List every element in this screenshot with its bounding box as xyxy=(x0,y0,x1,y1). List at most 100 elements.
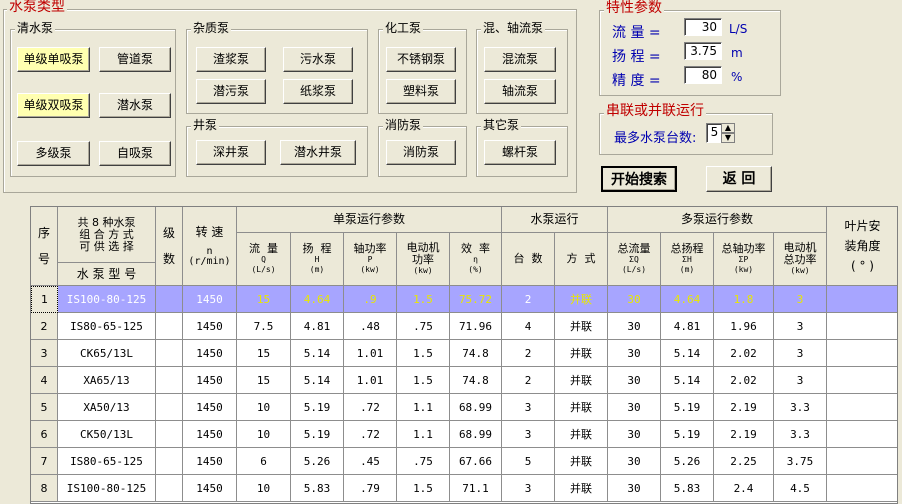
spin-up-icon[interactable]: ▲ xyxy=(721,123,735,133)
header-multi-0-name: 总流量 xyxy=(617,242,651,255)
table-cell: 4 xyxy=(502,313,555,340)
table-cell xyxy=(827,421,897,448)
header-speed-sym: n xyxy=(206,245,213,257)
flow-label: 流 量 = xyxy=(612,25,661,41)
table-cell: CK65/13L xyxy=(58,340,156,367)
precision-label: 精 度 = xyxy=(612,73,661,89)
row-number: 8 xyxy=(31,475,58,502)
table-cell: 2 xyxy=(502,340,555,367)
header-run: 水泵运行 xyxy=(502,207,608,233)
header-multi-2: 总轴功率 ΣP (kw) xyxy=(714,233,774,286)
table-cell: 2 xyxy=(502,286,555,313)
table-cell: 30 xyxy=(608,475,661,502)
submersible-well-button[interactable]: 潜水井泵 xyxy=(280,140,356,165)
table-cell xyxy=(156,421,183,448)
table-cell: 71.96 xyxy=(450,313,502,340)
table-cell: 1.5 xyxy=(397,367,450,394)
header-single-1-sym: H xyxy=(314,255,320,264)
row-number: 4 xyxy=(31,367,58,394)
table-cell: 74.8 xyxy=(450,340,502,367)
submersible-sewage-button[interactable]: 潜污泵 xyxy=(196,79,266,104)
table-cell: 3.3 xyxy=(774,394,827,421)
table-cell: 2.02 xyxy=(714,340,774,367)
row-number: 3 xyxy=(31,340,58,367)
pipeline-pump-button[interactable]: 管道泵 xyxy=(99,47,171,72)
row-number: 5 xyxy=(31,394,58,421)
axial-flow-button[interactable]: 轴流泵 xyxy=(484,79,556,104)
stainless-steel-button[interactable]: 不锈钢泵 xyxy=(386,47,456,72)
table-cell: 4.64 xyxy=(661,286,714,313)
header-speed: 转 速 n (r/min) xyxy=(183,207,237,286)
table-cell: 74.8 xyxy=(450,367,502,394)
table-cell: 并联 xyxy=(555,448,608,475)
precision-input[interactable]: 80 xyxy=(684,66,722,84)
table-cell xyxy=(156,475,183,502)
table-cell: 5.83 xyxy=(291,475,344,502)
table-cell: 3.3 xyxy=(774,421,827,448)
slurry-pump-button[interactable]: 渣浆泵 xyxy=(196,47,266,72)
table-cell: 10 xyxy=(237,475,291,502)
table-cell: .72 xyxy=(344,394,397,421)
table-cell: 并联 xyxy=(555,286,608,313)
mixed-flow-button[interactable]: 混流泵 xyxy=(484,47,556,72)
head-label: 扬 程 = xyxy=(612,49,661,65)
table-cell xyxy=(827,313,897,340)
header-run-1: 方 式 xyxy=(555,233,608,286)
start-search-button[interactable]: 开始搜索 xyxy=(601,166,677,192)
screw-pump-button[interactable]: 螺杆泵 xyxy=(484,140,556,165)
table-cell: 并联 xyxy=(555,340,608,367)
head-input[interactable]: 3.75 xyxy=(684,42,722,60)
table-cell: 15 xyxy=(237,340,291,367)
header-single-1-unit: (m) xyxy=(309,265,325,274)
single-stage-double-suction-button[interactable]: 单级双吸泵 xyxy=(17,93,90,118)
header-single-3-unit: (kw) xyxy=(413,266,433,275)
table-cell: XA65/13 xyxy=(58,367,156,394)
header-multi-3: 电动机 总功率 (kw) xyxy=(774,233,827,286)
table-cell xyxy=(827,340,897,367)
table-cell: 5.14 xyxy=(661,367,714,394)
table-cell xyxy=(156,367,183,394)
table-cell: 并联 xyxy=(555,394,608,421)
table-cell: 1450 xyxy=(183,421,237,448)
table-cell: 10 xyxy=(237,421,291,448)
table-cell: 5.19 xyxy=(661,421,714,448)
table-cell: 1.8 xyxy=(714,286,774,313)
results-table[interactable]: 序 号 共 8 种水泵 组 合 方 式 可 供 选 择 水 泵 型 号 级 数 … xyxy=(30,206,898,504)
header-multi-2-name: 总轴功率 xyxy=(721,242,766,255)
flow-input[interactable]: 30 xyxy=(684,18,722,36)
paper-pulp-button[interactable]: 纸浆泵 xyxy=(283,79,353,104)
table-cell: 5.14 xyxy=(291,340,344,367)
plastic-pump-button[interactable]: 塑料泵 xyxy=(386,79,456,104)
header-single-1: 扬 程 H (m) xyxy=(291,233,344,286)
table-cell: 3 xyxy=(774,367,827,394)
table-cell: 5.19 xyxy=(661,394,714,421)
table-cell: 1.1 xyxy=(397,421,450,448)
single-stage-single-suction-button[interactable]: 单级单吸泵 xyxy=(17,47,90,72)
table-cell: 5.26 xyxy=(661,448,714,475)
header-single-0: 流 量 Q (L/s) xyxy=(237,233,291,286)
impurity-title: 杂质泵 xyxy=(191,21,232,35)
back-button[interactable]: 返 回 xyxy=(706,166,772,192)
submersible-pump-button[interactable]: 潜水泵 xyxy=(99,93,171,118)
table-cell: 2.02 xyxy=(714,367,774,394)
params-title: 特性参数 xyxy=(604,0,664,16)
row-number: 7 xyxy=(31,448,58,475)
table-cell: 并联 xyxy=(555,421,608,448)
table-cell: 1.96 xyxy=(714,313,774,340)
row-number: 1 xyxy=(31,286,58,313)
multistage-pump-button[interactable]: 多级泵 xyxy=(17,141,90,166)
spin-down-icon[interactable]: ▼ xyxy=(721,133,735,143)
table-cell xyxy=(156,286,183,313)
self-priming-pump-button[interactable]: 自吸泵 xyxy=(99,141,171,166)
table-cell xyxy=(827,448,897,475)
sewage-pump-button[interactable]: 污水泵 xyxy=(283,47,353,72)
header-run-0-name: 台 数 xyxy=(513,252,543,265)
deep-well-button[interactable]: 深井泵 xyxy=(196,140,266,165)
flow-unit: L/S xyxy=(729,22,748,36)
table-cell: IS100-80-125 xyxy=(58,475,156,502)
header-single-2-unit: (kw) xyxy=(360,265,380,274)
table-cell: 5.14 xyxy=(661,340,714,367)
table-cell: 1.5 xyxy=(397,286,450,313)
header-multi-0: 总流量 ΣQ (L/s) xyxy=(608,233,661,286)
fire-pump-button[interactable]: 消防泵 xyxy=(386,140,456,165)
